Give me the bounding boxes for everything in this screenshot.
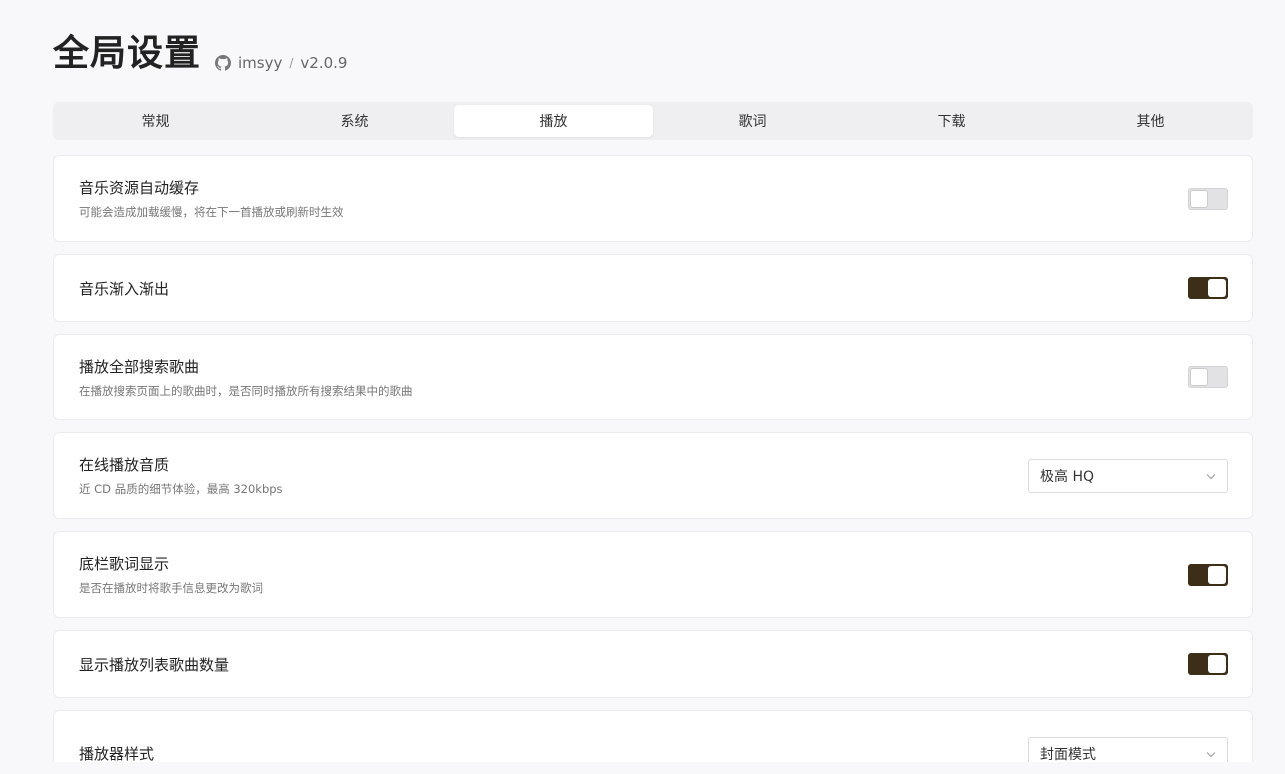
fade-in-out-switch[interactable] [1188, 277, 1228, 299]
chevron-down-icon [1205, 748, 1217, 760]
author-link[interactable]: imsyy [238, 54, 282, 72]
app-meta: imsyy / v2.0.9 [215, 54, 347, 72]
settings-tabs: 常规 系统 播放 歌词 下载 其他 [53, 102, 1253, 140]
setting-online-quality: 在线播放音质 近 CD 品质的细节体验，最高 320kbps 极高 HQ [53, 432, 1253, 519]
quality-select[interactable]: 极高 HQ [1028, 458, 1228, 493]
setting-player-style: 播放器样式 封面模式 [53, 710, 1253, 762]
setting-auto-cache: 音乐资源自动缓存 可能会造成加载缓慢，将在下一首播放或刷新时生效 [53, 155, 1253, 242]
select-value: 封面模式 [1040, 746, 1096, 763]
settings-scroll-area[interactable]: 全局设置 imsyy / v2.0.9 常规 系统 播放 歌词 下载 其他 音乐… [0, 0, 1285, 762]
setting-bottom-lyrics: 底栏歌词显示 是否在播放时将歌手信息更改为歌词 [53, 531, 1253, 618]
switch-knob [1208, 279, 1226, 297]
chevron-down-icon [1205, 470, 1217, 482]
tab-lyrics[interactable]: 歌词 [653, 105, 852, 137]
setting-title: 底栏歌词显示 [79, 555, 170, 573]
github-icon[interactable] [215, 55, 232, 71]
playlist-count-switch[interactable] [1188, 653, 1228, 675]
setting-text: 底栏歌词显示 是否在播放时将歌手信息更改为歌词 [79, 553, 263, 596]
setting-description: 可能会造成加载缓慢，将在下一首播放或刷新时生效 [79, 205, 344, 219]
setting-description: 在播放搜索页面上的歌曲时，是否同时播放所有搜索结果中的歌曲 [79, 383, 413, 398]
switch-knob [1190, 189, 1208, 208]
setting-text: 显示播放列表歌曲数量 [79, 654, 229, 675]
bottom-lyrics-switch[interactable] [1188, 563, 1228, 586]
setting-description: 近 CD 品质的细节体验，最高 320kbps [79, 482, 283, 496]
setting-title: 播放器样式 [79, 745, 155, 762]
setting-title: 音乐资源自动缓存 [79, 179, 200, 197]
setting-text: 播放器样式 [79, 743, 154, 762]
setting-playlist-count: 显示播放列表歌曲数量 [53, 630, 1253, 698]
switch-knob [1190, 368, 1208, 386]
tab-system[interactable]: 系统 [255, 105, 454, 137]
setting-text: 播放全部搜索歌曲 在播放搜索页面上的歌曲时，是否同时播放所有搜索结果中的歌曲 [79, 356, 413, 399]
setting-title: 播放全部搜索歌曲 [79, 357, 200, 376]
switch-knob [1208, 655, 1226, 673]
select-value: 极高 HQ [1040, 468, 1094, 485]
tab-other[interactable]: 其他 [1051, 105, 1250, 137]
tab-playback[interactable]: 播放 [454, 105, 653, 137]
setting-fade-in-out: 音乐渐入渐出 [53, 254, 1253, 322]
setting-text: 音乐渐入渐出 [79, 278, 169, 299]
auto-cache-switch[interactable] [1188, 187, 1228, 210]
setting-text: 音乐资源自动缓存 可能会造成加载缓慢，将在下一首播放或刷新时生效 [79, 177, 344, 220]
setting-text: 在线播放音质 近 CD 品质的细节体验，最高 320kbps [79, 454, 283, 497]
page-title: 全局设置 [53, 33, 202, 74]
setting-description: 是否在播放时将歌手信息更改为歌词 [79, 581, 263, 595]
setting-title: 在线播放音质 [79, 456, 170, 474]
tab-download[interactable]: 下载 [852, 105, 1051, 137]
page-header: 全局设置 imsyy / v2.0.9 [53, 30, 347, 78]
setting-title: 音乐渐入渐出 [79, 279, 170, 298]
version-label: v2.0.9 [300, 54, 348, 72]
settings-page: 全局设置 imsyy / v2.0.9 常规 系统 播放 歌词 下载 其他 音乐… [0, 0, 1285, 774]
player-style-select[interactable]: 封面模式 [1028, 736, 1228, 763]
play-all-search-switch[interactable] [1188, 366, 1228, 388]
setting-title: 显示播放列表歌曲数量 [79, 655, 230, 674]
setting-play-all-search: 播放全部搜索歌曲 在播放搜索页面上的歌曲时，是否同时播放所有搜索结果中的歌曲 [53, 334, 1253, 420]
switch-knob [1208, 565, 1226, 584]
meta-separator: / [289, 56, 294, 70]
tab-general[interactable]: 常规 [56, 105, 255, 137]
